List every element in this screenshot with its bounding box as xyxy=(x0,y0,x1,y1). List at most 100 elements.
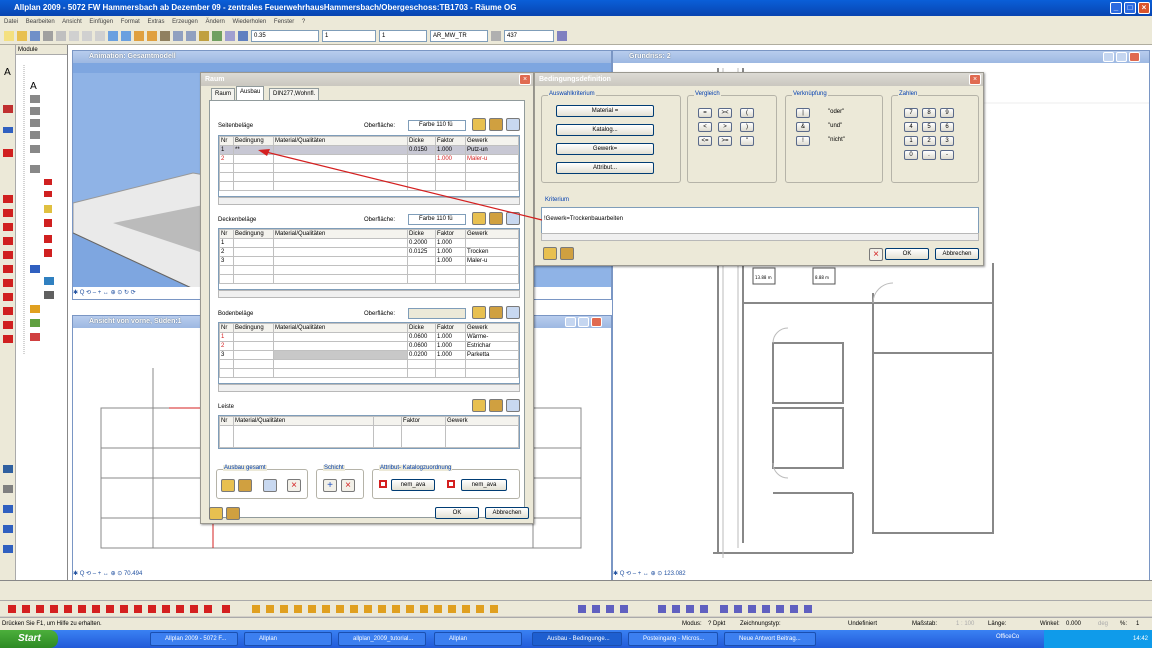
ansicht-close-button[interactable] xyxy=(591,317,602,327)
table-row[interactable]: 1 ** 0.0150 1.000 Putz-un xyxy=(219,145,519,155)
tool3-icon[interactable] xyxy=(186,31,196,41)
grundriss-nav-bar[interactable]: ✱ Q ⟲ – + ↔ ⊕ ⊙ 123.082 xyxy=(613,568,1149,580)
num-7-button[interactable]: 7 xyxy=(904,108,918,118)
grundriss-close-button[interactable] xyxy=(1129,52,1140,62)
ansicht-maximize-button[interactable] xyxy=(578,317,589,327)
cell[interactable] xyxy=(407,154,436,164)
num-8-button[interactable]: 8 xyxy=(922,108,936,118)
op-or-button[interactable]: | xyxy=(796,108,810,118)
cell[interactable] xyxy=(273,154,408,164)
num-9-button[interactable]: 9 xyxy=(940,108,954,118)
task-browser[interactable]: Neue Antwort Beitrag... xyxy=(724,632,816,646)
maximize-button[interactable]: □ xyxy=(1124,2,1136,14)
table-row[interactable] xyxy=(219,265,519,275)
num-2-button[interactable]: 2 xyxy=(922,136,936,146)
ausbau-delete-icon[interactable]: × xyxy=(287,479,301,492)
menu-wiederholen[interactable]: Wiederholen xyxy=(233,19,267,25)
op-quote-button[interactable]: " xyxy=(740,136,754,146)
cell[interactable]: Parketta xyxy=(465,350,519,360)
table-row[interactable] xyxy=(219,163,519,173)
ausbau-catalog-icon[interactable] xyxy=(238,479,252,492)
menu-bearbeiten[interactable]: Bearbeiten xyxy=(26,19,55,25)
cell[interactable]: 1.000 xyxy=(435,154,466,164)
num-0-button[interactable]: 0 xyxy=(904,150,918,160)
boden-hscroll[interactable] xyxy=(218,384,520,392)
cell[interactable]: 1.000 xyxy=(435,145,466,155)
cell[interactable]: Putz-un xyxy=(465,145,519,155)
leiste-open-icon[interactable] xyxy=(472,399,486,412)
bedingung-open-icon[interactable] xyxy=(543,247,557,260)
seiten-open-icon[interactable] xyxy=(472,118,486,131)
num-1-button[interactable]: 1 xyxy=(904,136,918,146)
leiste-pick-icon[interactable] xyxy=(506,399,520,412)
color-select[interactable]: 1 xyxy=(379,30,427,42)
table-row[interactable]: 2 1.000 Maler-u xyxy=(219,154,519,164)
raum-open-icon[interactable] xyxy=(209,507,223,520)
cell[interactable] xyxy=(233,247,274,257)
paste-icon[interactable] xyxy=(95,31,105,41)
cell[interactable] xyxy=(273,256,408,266)
cell[interactable]: 1.000 xyxy=(435,256,466,266)
table-row[interactable]: 3 0.0200 1.000 Parketta xyxy=(219,350,519,360)
decken-table[interactable]: Nr Bedingung Material/Qualitäten Dicke Fakto… xyxy=(218,228,520,290)
leiste-catalog-icon[interactable] xyxy=(489,399,503,412)
kriterium-field[interactable]: !Gewerk=Trockenbauarbeiten xyxy=(541,207,979,235)
grundriss-scale[interactable]: 123.082 xyxy=(664,571,686,577)
nem-ava-button-2[interactable]: nem_ava xyxy=(461,479,507,491)
menu-ansicht[interactable]: Ansicht xyxy=(62,19,82,25)
kriterium-hscroll[interactable] xyxy=(541,233,979,241)
boden-pick-icon[interactable] xyxy=(506,306,520,319)
tray-label[interactable]: OfficeCo xyxy=(996,634,1019,640)
task-allplan-folder[interactable]: Allplan xyxy=(244,632,332,646)
tool-icon[interactable] xyxy=(160,31,170,41)
num-4-button[interactable]: 4 xyxy=(904,122,918,132)
table-row[interactable]: 2 0.0600 1.000 Estrichar xyxy=(219,341,519,351)
cell[interactable] xyxy=(273,350,408,360)
tab-din277[interactable]: DIN277,Wohnfl. xyxy=(269,88,320,100)
new-icon[interactable] xyxy=(4,31,14,41)
module-tree[interactable]: A xyxy=(16,55,68,375)
num-dot-button[interactable]: . xyxy=(922,150,936,160)
bedingung-cancel-button[interactable]: Abbrechen xyxy=(935,248,979,260)
copy-icon[interactable] xyxy=(82,31,92,41)
minimize-button[interactable]: _ xyxy=(1110,2,1122,14)
cell[interactable] xyxy=(407,256,436,266)
cell[interactable] xyxy=(465,238,519,248)
menu-datei[interactable]: Datei xyxy=(4,19,18,25)
cell[interactable]: 0.0600 xyxy=(407,341,436,351)
cell[interactable]: 0.0125 xyxy=(407,247,436,257)
nem-ava-button-1[interactable]: nem_ava xyxy=(391,479,435,491)
menu-fenster[interactable]: Fenster xyxy=(274,19,294,25)
bottom-toolbar-icons[interactable] xyxy=(0,601,1152,616)
menu-format[interactable]: Format xyxy=(121,19,140,25)
seiten-hscroll[interactable] xyxy=(218,197,520,205)
op-greater-button[interactable]: > xyxy=(718,122,732,132)
redo-icon[interactable] xyxy=(121,31,131,41)
op-not-button[interactable]: ! xyxy=(796,136,810,146)
cell[interactable] xyxy=(273,238,408,248)
bedingung-dialog-close-button[interactable]: × xyxy=(969,74,981,85)
line-select[interactable]: 1 xyxy=(322,30,376,42)
cell[interactable]: 0.0200 xyxy=(407,350,436,360)
grundriss-minimize-button[interactable] xyxy=(1103,52,1114,62)
cell[interactable]: Trocken xyxy=(465,247,519,257)
gewerk-criterion-button[interactable]: Gewerk= xyxy=(556,143,654,155)
tool2-icon[interactable] xyxy=(173,31,183,41)
cell[interactable] xyxy=(233,350,274,360)
status-winkel-value[interactable]: 0.000 xyxy=(1066,618,1081,630)
tab-raum[interactable]: Raum xyxy=(211,88,236,100)
leiste-table[interactable]: Nr Material/Qualitäten Faktor Gewerk xyxy=(218,415,520,449)
op-lessequal-button[interactable]: <= xyxy=(698,136,712,146)
op-equal-button[interactable]: = xyxy=(698,108,712,118)
undo-icon[interactable] xyxy=(108,31,118,41)
task-ausbau[interactable]: Ausbau - Bedingunge... xyxy=(532,632,622,646)
status-percent-value[interactable]: 1 xyxy=(1136,618,1139,630)
menu-aendern[interactable]: Ändern xyxy=(206,19,225,25)
menu-extras[interactable]: Extras xyxy=(147,19,164,25)
cell[interactable]: 1.000 xyxy=(435,350,466,360)
table-row[interactable] xyxy=(219,172,519,182)
number-select[interactable]: 437 xyxy=(504,30,554,42)
seiten-catalog-icon[interactable] xyxy=(489,118,503,131)
start-button[interactable]: Start xyxy=(0,630,58,648)
cell[interactable]: Maler-u xyxy=(465,154,519,164)
